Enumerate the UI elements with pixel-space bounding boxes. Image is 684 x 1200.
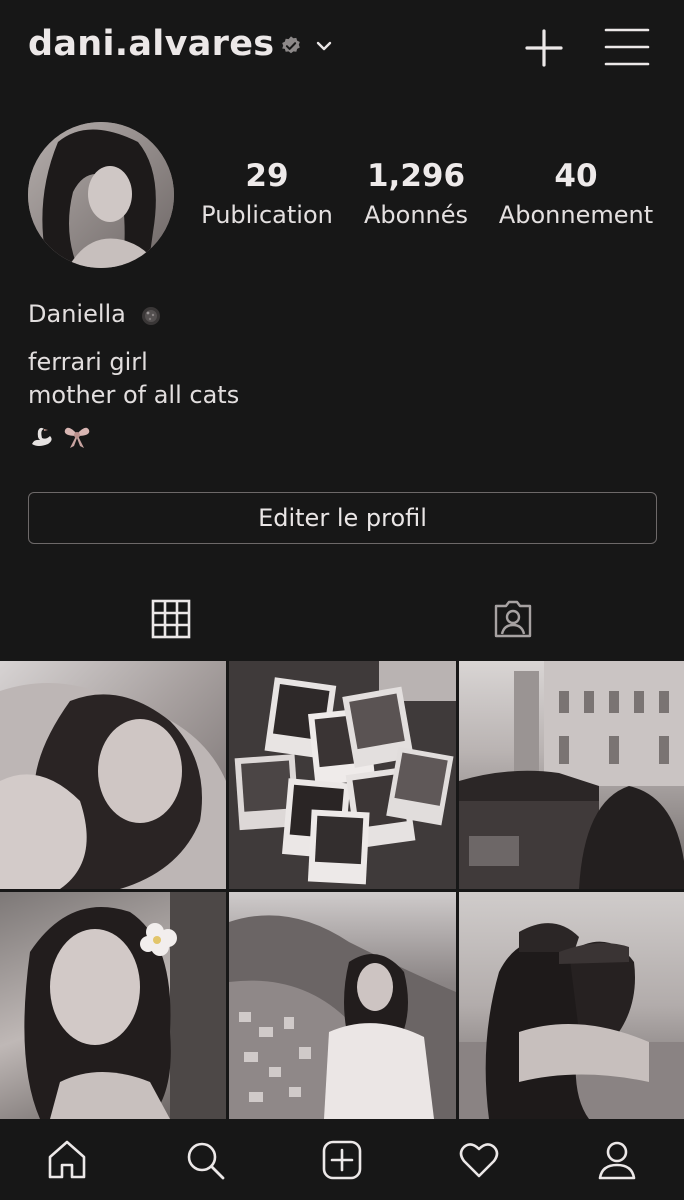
- bio-line: ferrari girl: [28, 348, 148, 376]
- search-icon[interactable]: [184, 1139, 226, 1181]
- bottom-navigation: [0, 1119, 684, 1200]
- post-flower-hair-portrait[interactable]: [0, 892, 226, 1119]
- followers-count-value: 1,296: [366, 158, 466, 194]
- profile-header: dani.alvares: [0, 0, 684, 96]
- edit-profile-button[interactable]: Editer le profil: [28, 492, 657, 544]
- posts-count-label: Publication: [201, 201, 333, 229]
- sparkle-dot-icon: [142, 307, 160, 325]
- hamburger-menu-icon[interactable]: [604, 26, 650, 68]
- bio: ferrari girl mother of all cats: [28, 346, 239, 412]
- post-selfie-lying[interactable]: [0, 661, 226, 889]
- tagged-person-icon[interactable]: [492, 598, 534, 640]
- profile-page: dani.alvares 29 Publication 1,296 Abonné…: [0, 0, 684, 1200]
- chevron-down-icon[interactable]: [314, 36, 334, 56]
- following-count-value: 40: [554, 158, 598, 194]
- display-name: Daniella: [28, 300, 126, 328]
- verified-badge-icon: [282, 36, 300, 54]
- profile-icon[interactable]: [596, 1139, 638, 1181]
- post-vintage-car-street[interactable]: [459, 661, 684, 889]
- profile-avatar[interactable]: [28, 122, 174, 268]
- swan-icon: [32, 427, 52, 446]
- following-count[interactable]: 40 Abonnement: [494, 156, 658, 230]
- grid-icon[interactable]: [150, 598, 192, 640]
- posts-count[interactable]: 29 Publication: [196, 156, 338, 230]
- bio-line: mother of all cats: [28, 381, 240, 409]
- post-polaroids[interactable]: [229, 661, 456, 889]
- add-post-icon[interactable]: [321, 1139, 363, 1181]
- home-icon[interactable]: [46, 1139, 88, 1181]
- posts-grid: [0, 661, 684, 1119]
- username[interactable]: dani.alvares: [28, 24, 274, 64]
- followers-count[interactable]: 1,296 Abonnés: [358, 156, 474, 230]
- heart-icon[interactable]: [458, 1139, 500, 1181]
- plus-icon[interactable]: [524, 28, 564, 68]
- ribbon-bow-icon: [64, 427, 90, 448]
- following-count-label: Abonnement: [498, 201, 654, 229]
- posts-count-value: 29: [245, 158, 289, 194]
- post-coastal-village[interactable]: [229, 892, 456, 1119]
- followers-count-label: Abonnés: [363, 201, 469, 229]
- post-couple-hug[interactable]: [459, 892, 684, 1119]
